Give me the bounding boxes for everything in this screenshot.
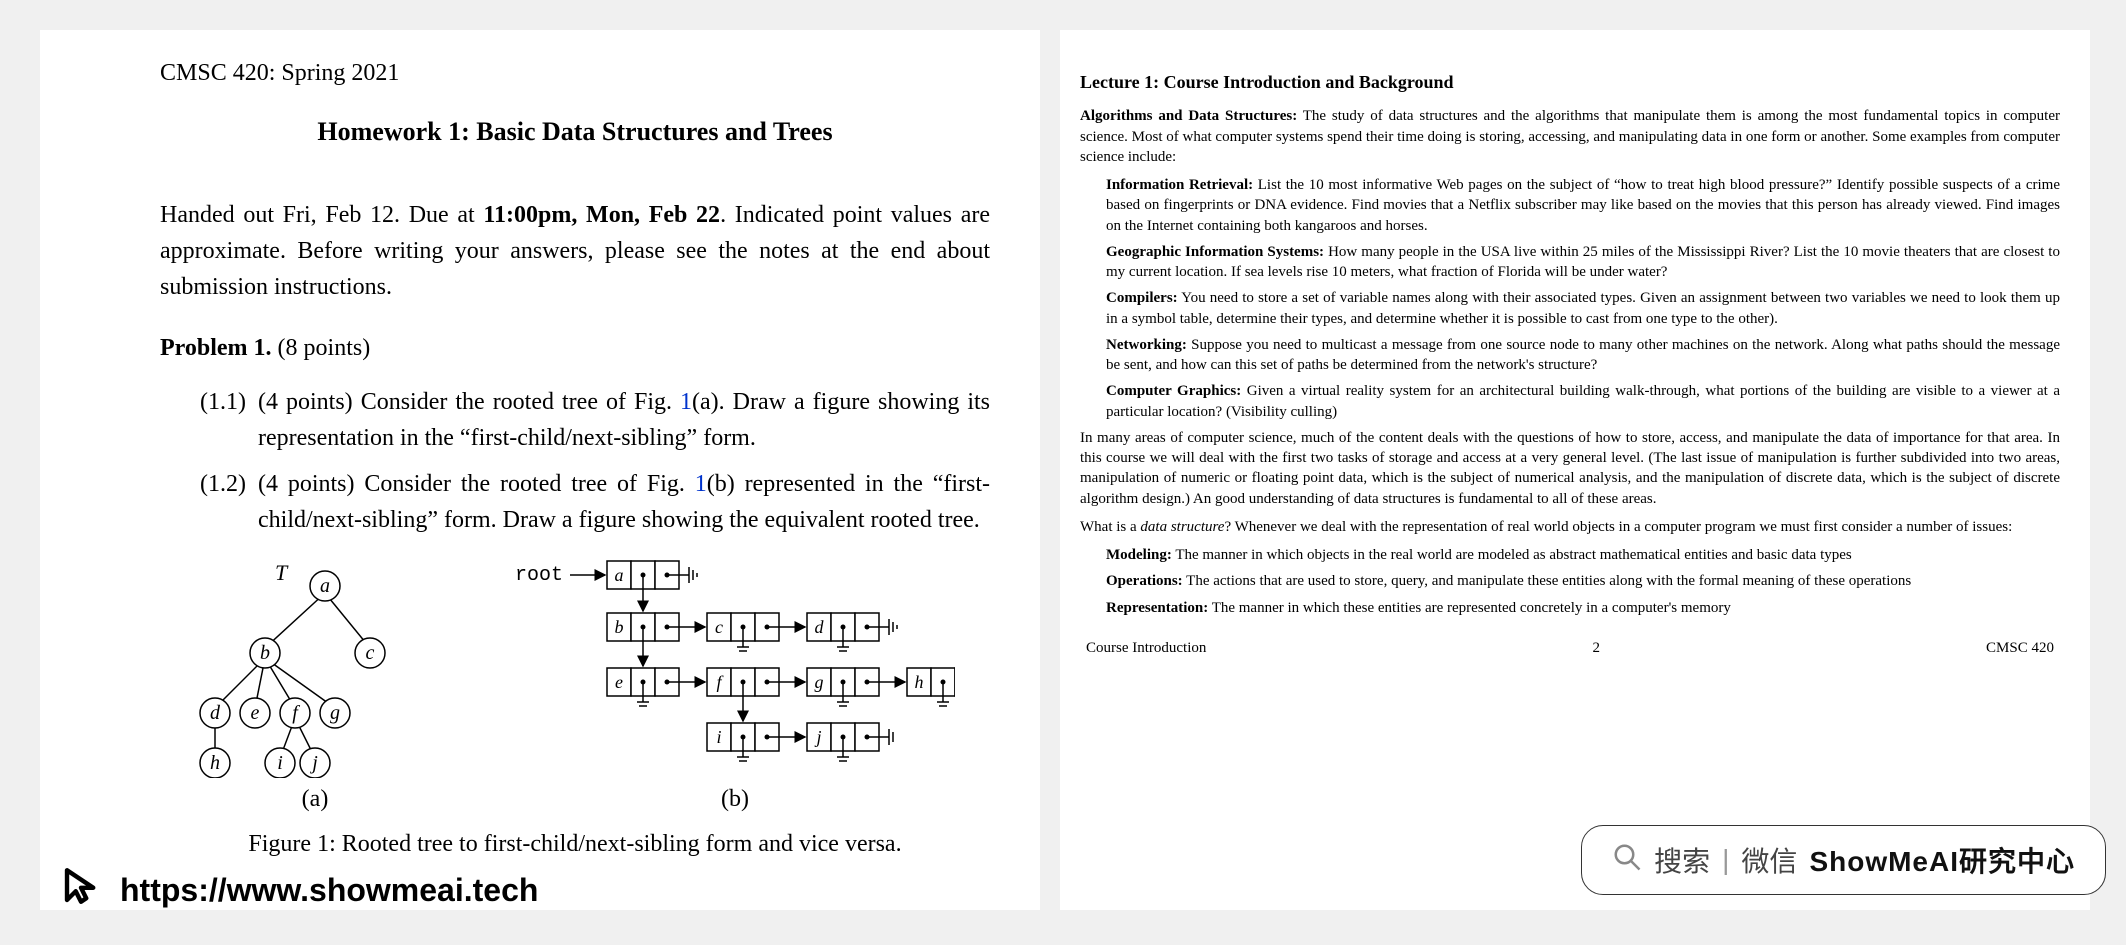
sub-body: (4 points) Consider the rooted tree of F…: [258, 466, 990, 538]
sub-points: (4 points): [258, 389, 353, 415]
svg-text:g: g: [330, 702, 340, 724]
figure-caption: Figure 1: Rooted tree to first-child/nex…: [160, 831, 990, 858]
def-body: The manner in which objects in the real …: [1172, 547, 1852, 563]
subproblem-1-2: (1.2) (4 points) Consider the rooted tre…: [200, 466, 990, 538]
footer-page: 2: [1592, 638, 1600, 658]
sub-text-1: Consider the rooted tree of Fig.: [361, 389, 680, 415]
defs-list: Modeling: The manner in which objects in…: [1080, 545, 2060, 618]
topic-item: Networking: Suppose you need to multicas…: [1106, 335, 2060, 376]
svg-text:e: e: [615, 672, 623, 692]
topic-lead: Geographic Information Systems:: [1106, 244, 1324, 260]
def-item: Modeling: The manner in which objects in…: [1106, 545, 2060, 565]
figure-row: .tn { fill:#fff; stroke:#000; stroke-wid…: [160, 558, 990, 813]
topic-item: Computer Graphics: Given a virtual reali…: [1106, 381, 2060, 422]
root-label: root: [515, 564, 563, 587]
svg-text:c: c: [366, 642, 375, 664]
svg-text:e: e: [251, 702, 260, 724]
fig-label-a: (a): [302, 786, 329, 813]
fig-ref: 1: [695, 471, 707, 497]
url-overlay: https://www.showmeai.tech: [60, 865, 538, 915]
def-lead: Operations:: [1106, 573, 1183, 589]
def-body: The manner in which these entities are r…: [1208, 600, 1731, 616]
badge-divider: |: [1722, 844, 1729, 876]
topic-body: You need to store a set of variable name…: [1106, 290, 2060, 326]
svg-text:i: i: [277, 752, 283, 774]
search-icon: [1612, 842, 1642, 879]
def-lead: Modeling:: [1106, 547, 1172, 563]
intro-pre: Handed out Fri, Feb 12. Due at: [160, 202, 483, 228]
topic-body: Suppose you need to multicast a message …: [1106, 337, 2060, 373]
intro-text: Handed out Fri, Feb 12. Due at 11:00pm, …: [160, 197, 990, 305]
p3-em: data structure: [1140, 519, 1224, 535]
intro-due: 11:00pm, Mon, Feb 22: [483, 202, 720, 228]
topic-item: Geographic Information Systems: How many…: [1106, 242, 2060, 283]
p3-pre: What is a: [1080, 519, 1140, 535]
lecture-page: Lecture 1: Course Introduction and Backg…: [1060, 30, 2090, 910]
topic-lead: Compilers:: [1106, 290, 1178, 306]
topic-list: Information Retrieval: List the 10 most …: [1080, 175, 2060, 422]
svg-text:d: d: [210, 702, 221, 724]
topic-lead: Networking:: [1106, 337, 1187, 353]
cursor-icon: [60, 865, 102, 915]
subproblem-1-1: (1.1) (4 points) Consider the rooted tre…: [200, 384, 990, 456]
p3-post: ? Whenever we deal with the representati…: [1224, 519, 2012, 535]
sub-text-1: Consider the rooted tree of Fig.: [364, 471, 694, 497]
svg-text:g: g: [815, 672, 824, 692]
def-body: The actions that are used to store, quer…: [1183, 573, 1912, 589]
lecture-title: Lecture 1: Course Introduction and Backg…: [1080, 70, 2060, 94]
problem-points: (8 points): [278, 335, 371, 361]
topic-item: Information Retrieval: List the 10 most …: [1106, 175, 2060, 236]
brand-badge: 搜索 | 微信 ShowMeAI研究中心: [1581, 825, 2106, 895]
footer-left: Course Introduction: [1086, 638, 1206, 658]
footer-right: CMSC 420: [1986, 638, 2054, 658]
homework-page: CMSC 420: Spring 2021 Homework 1: Basic …: [40, 30, 1040, 910]
topic-lead: Computer Graphics:: [1106, 383, 1241, 399]
sub-num: (1.2): [200, 466, 258, 538]
svg-text:d: d: [815, 617, 825, 637]
topic-lead: Information Retrieval:: [1106, 177, 1253, 193]
tree-diagram: .tn { fill:#fff; stroke:#000; stroke-wid…: [195, 558, 435, 778]
topic-item: Compilers: You need to store a set of va…: [1106, 288, 2060, 329]
sub-body: (4 points) Consider the rooted tree of F…: [258, 384, 990, 456]
fcns-diagram: .bx { fill:#fff; stroke:#000; stroke-wid…: [515, 558, 955, 778]
svg-text:b: b: [615, 617, 624, 637]
svg-text:h: h: [210, 752, 220, 774]
para-lead: Algorithms and Data Structures:: [1080, 108, 1297, 124]
problem-header: Problem 1. (8 points): [160, 335, 990, 362]
def-item: Representation: The manner in which thes…: [1106, 598, 2060, 618]
def-lead: Representation:: [1106, 600, 1208, 616]
def-item: Operations: The actions that are used to…: [1106, 571, 2060, 591]
badge-wechat-text: 微信: [1741, 840, 1797, 880]
url-text: https://www.showmeai.tech: [120, 872, 538, 909]
tree-label: T: [275, 560, 289, 585]
sub-num: (1.1): [200, 384, 258, 456]
para-intro: Algorithms and Data Structures: The stud…: [1080, 106, 2060, 167]
sub-points: (4 points): [258, 471, 355, 497]
figure-a: .tn { fill:#fff; stroke:#000; stroke-wid…: [195, 558, 435, 813]
course-header: CMSC 420: Spring 2021: [160, 60, 990, 87]
svg-text:h: h: [915, 672, 924, 692]
topic-body: Given a virtual reality system for an ar…: [1106, 383, 2060, 419]
figure-b: .bx { fill:#fff; stroke:#000; stroke-wid…: [515, 558, 955, 813]
badge-brand: ShowMeAI研究中心: [1809, 840, 2075, 880]
para-3: What is a data structure? Whenever we de…: [1080, 517, 2060, 537]
svg-text:j: j: [814, 727, 821, 747]
badge-search-text: 搜索: [1654, 840, 1710, 880]
problem-label: Problem 1.: [160, 335, 272, 361]
fig-label-b: (b): [721, 786, 749, 813]
svg-text:a: a: [615, 565, 624, 585]
homework-title: Homework 1: Basic Data Structures and Tr…: [160, 117, 990, 147]
svg-text:i: i: [716, 727, 721, 747]
para-2: In many areas of computer science, much …: [1080, 428, 2060, 509]
page-footer: Course Introduction 2 CMSC 420: [1080, 638, 2060, 658]
svg-text:b: b: [260, 642, 270, 664]
svg-text:a: a: [320, 575, 330, 597]
svg-text:c: c: [715, 617, 723, 637]
fig-ref: 1: [680, 389, 692, 415]
